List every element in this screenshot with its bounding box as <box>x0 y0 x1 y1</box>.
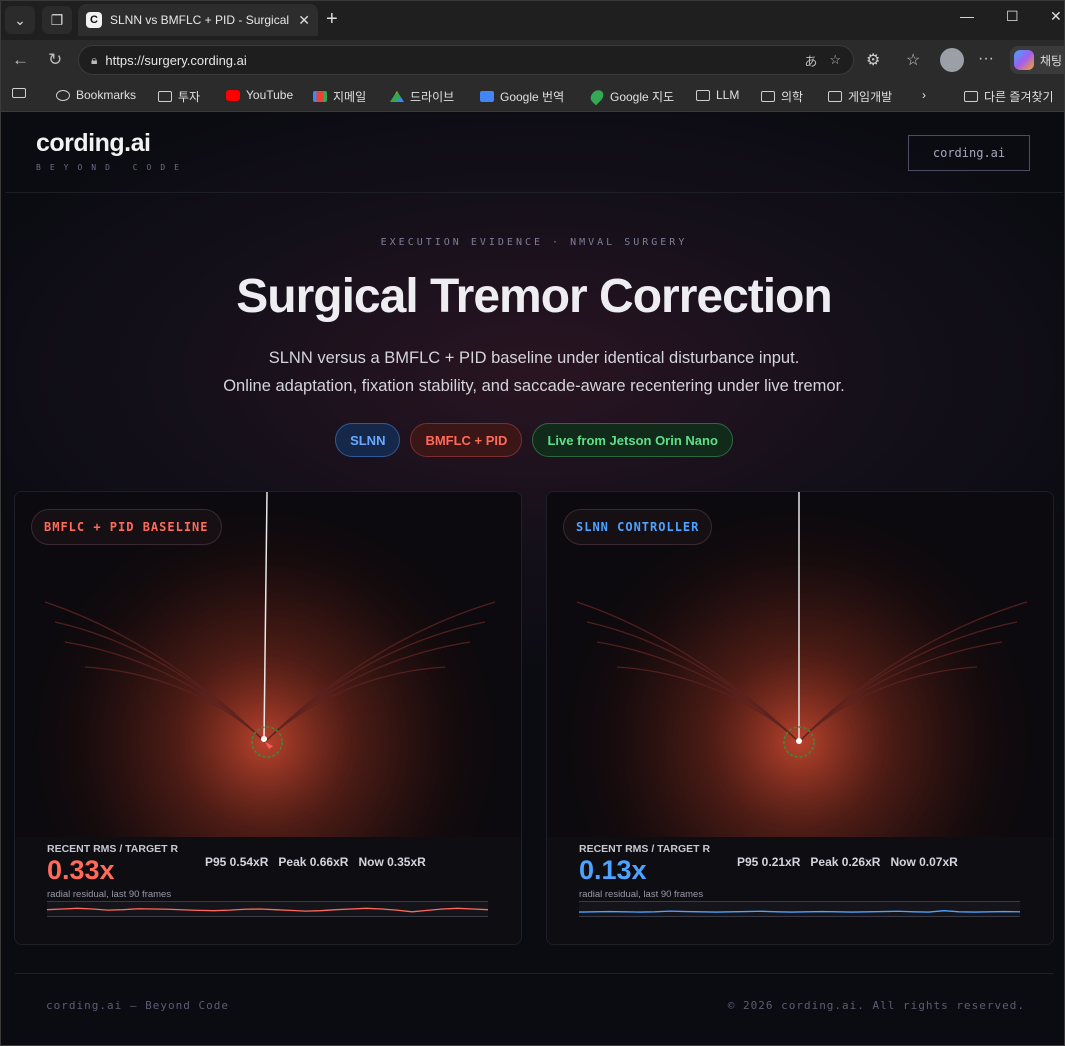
slnn-panel: SLNN CONTROLLER RECENT RMS / TARGET R 0.… <box>546 491 1054 945</box>
legend-pills: SLNN BMFLC + PID Live from Jetson Orin N… <box>5 423 1063 457</box>
residual-sparkline <box>579 901 1020 917</box>
p95-value: P95 0.21xR <box>737 855 801 869</box>
pill-live-source: Live from Jetson Orin Nano <box>532 423 733 457</box>
stat-row: P95 0.21xR Peak 0.26xR Now 0.07xR <box>737 855 958 869</box>
panel-badge: BMFLC + PID BASELINE <box>31 509 222 545</box>
logo-tagline: BEYOND CODE <box>36 163 188 172</box>
hero-subtitle-line-2: Online adaptation, fixation stability, a… <box>223 377 845 395</box>
folder-icon <box>828 91 842 102</box>
site-header: cording.ai BEYOND CODE cording.ai <box>5 113 1063 193</box>
bookmark-folder-llm[interactable]: LLM <box>696 88 739 102</box>
maps-icon <box>588 87 606 106</box>
bookmark-folder-invest[interactable]: 투자 <box>158 88 200 105</box>
chevron-down-icon: ⌄ <box>14 11 26 28</box>
copilot-icon <box>1014 50 1034 70</box>
workspaces-button[interactable]: ❐ <box>42 6 72 34</box>
favorites-icon[interactable]: ☆ <box>906 50 920 70</box>
drive-icon <box>390 91 404 102</box>
youtube-icon <box>226 89 240 101</box>
bookmark-bookmarks[interactable]: Bookmarks <box>56 88 136 102</box>
bookmark-youtube[interactable]: YouTube <box>226 88 293 102</box>
page-content: cording.ai BEYOND CODE cording.ai EXECUT… <box>5 113 1063 1043</box>
folder-icon <box>964 91 978 102</box>
bookmark-gmail[interactable]: 지메일 <box>313 88 366 105</box>
peak-value: Peak 0.66xR <box>278 855 349 869</box>
site-logo[interactable]: cording.ai <box>36 129 151 158</box>
bookmark-drive[interactable]: 드라이브 <box>390 88 454 105</box>
url-field[interactable]: 🔒︎ https://surgery.cording.ai あ ☆ <box>78 45 854 75</box>
footer-tagline: cording.ai — Beyond Code <box>46 999 229 1012</box>
copilot-button[interactable]: 채팅 <box>1010 46 1065 74</box>
footer-copyright: © 2026 cording.ai. All rights reserved. <box>727 999 1025 1012</box>
star-icon[interactable]: ☆ <box>829 52 841 68</box>
tab-bar: ⌄ ❐ C SLNN vs BMFLC + PID - Surgical Tr … <box>0 0 1065 40</box>
profile-avatar[interactable] <box>940 48 964 72</box>
residual-sparkline <box>47 901 488 917</box>
window-close-icon[interactable]: ✕ <box>1050 8 1062 25</box>
panel-badge: SLNN CONTROLLER <box>563 509 713 545</box>
folder-icon <box>158 91 172 102</box>
stats-section: RECENT RMS / TARGET R 0.33x radial resid… <box>15 837 521 944</box>
now-value: Now 0.07xR <box>890 855 958 869</box>
stat-label: RECENT RMS / TARGET R <box>579 843 711 855</box>
rms-value: 0.33x <box>47 855 115 885</box>
rms-caption: radial residual, last 90 frames <box>47 889 172 900</box>
tab-list-button[interactable]: ⌄ <box>5 6 35 34</box>
folder-icon <box>696 89 710 101</box>
sparkline-path <box>579 910 1020 913</box>
gmail-icon <box>313 91 327 102</box>
close-icon[interactable]: ✕ <box>298 12 310 29</box>
maximize-icon[interactable]: ☐ <box>1006 8 1019 25</box>
tab-favicon: C <box>86 12 102 28</box>
back-icon[interactable]: ← <box>12 50 29 70</box>
extensions-icon[interactable]: ⚙ <box>866 50 880 70</box>
now-value: Now 0.35xR <box>358 855 426 869</box>
workspaces-icon: ❐ <box>50 11 64 28</box>
header-link-button[interactable]: cording.ai <box>908 135 1030 171</box>
bookmark-other-favorites[interactable]: 다른 즐겨찾기 <box>964 88 1054 105</box>
pill-slnn: SLNN <box>335 423 401 457</box>
collections-icon[interactable] <box>12 88 32 98</box>
pill-bmflc-pid: BMFLC + PID <box>410 423 523 457</box>
bookmark-folder-gamedev[interactable]: 게임개발 <box>828 88 892 105</box>
bookmarks-bar: Bookmarks 투자 YouTube 지메일 드라이브 Google 번역 … <box>0 80 1065 112</box>
active-tab[interactable]: C SLNN vs BMFLC + PID - Surgical Tr ✕ <box>78 4 318 36</box>
address-bar: ← ↻ 🔒︎ https://surgery.cording.ai あ ☆ ⚙ … <box>0 40 1065 80</box>
peak-value: Peak 0.26xR <box>810 855 881 869</box>
hero-eyebrow: EXECUTION EVIDENCE · NMVAL SURGERY <box>380 237 688 248</box>
p95-value: P95 0.54xR <box>205 855 269 869</box>
more-icon[interactable]: ··· <box>978 50 994 68</box>
tip-marker <box>796 738 802 744</box>
lock-icon: 🔒︎ <box>91 52 98 67</box>
rms-value: 0.13x <box>579 855 647 885</box>
copilot-label: 채팅 <box>1040 53 1063 68</box>
stats-section: RECENT RMS / TARGET R 0.13x radial resid… <box>547 837 1053 944</box>
baseline-panel: BMFLC + PID BASELINE RECENT RMS / TARGET… <box>14 491 522 945</box>
stat-row: P95 0.54xR Peak 0.66xR Now 0.35xR <box>205 855 426 869</box>
bookmark-translate[interactable]: Google 번역 <box>480 88 564 105</box>
page-title: Surgical Tremor Correction <box>236 270 833 323</box>
chevron-right-icon[interactable]: › <box>922 88 926 102</box>
refresh-icon[interactable]: ↻ <box>48 50 62 70</box>
site-footer: cording.ai — Beyond Code © 2026 cording.… <box>15 973 1053 1043</box>
stat-label: RECENT RMS / TARGET R <box>47 843 179 855</box>
folder-icon <box>761 91 775 102</box>
minimize-icon[interactable]: — <box>960 8 974 24</box>
tab-title: SLNN vs BMFLC + PID - Surgical Tr <box>110 13 293 27</box>
translate-icon[interactable]: あ <box>804 51 817 70</box>
bookmark-maps[interactable]: Google 지도 <box>588 87 674 106</box>
rms-caption: radial residual, last 90 frames <box>579 889 704 900</box>
new-tab-button[interactable]: + <box>326 8 338 30</box>
translate-app-icon <box>480 91 494 102</box>
sparkline-path <box>47 907 488 913</box>
url-text: https://surgery.cording.ai <box>105 52 247 68</box>
globe-icon <box>56 89 70 101</box>
bookmark-folder-medicine[interactable]: 의학 <box>761 88 803 105</box>
tip-marker <box>261 736 267 742</box>
hero-subtitle-line-1: SLNN versus a BMFLC + PID baseline under… <box>268 349 800 367</box>
